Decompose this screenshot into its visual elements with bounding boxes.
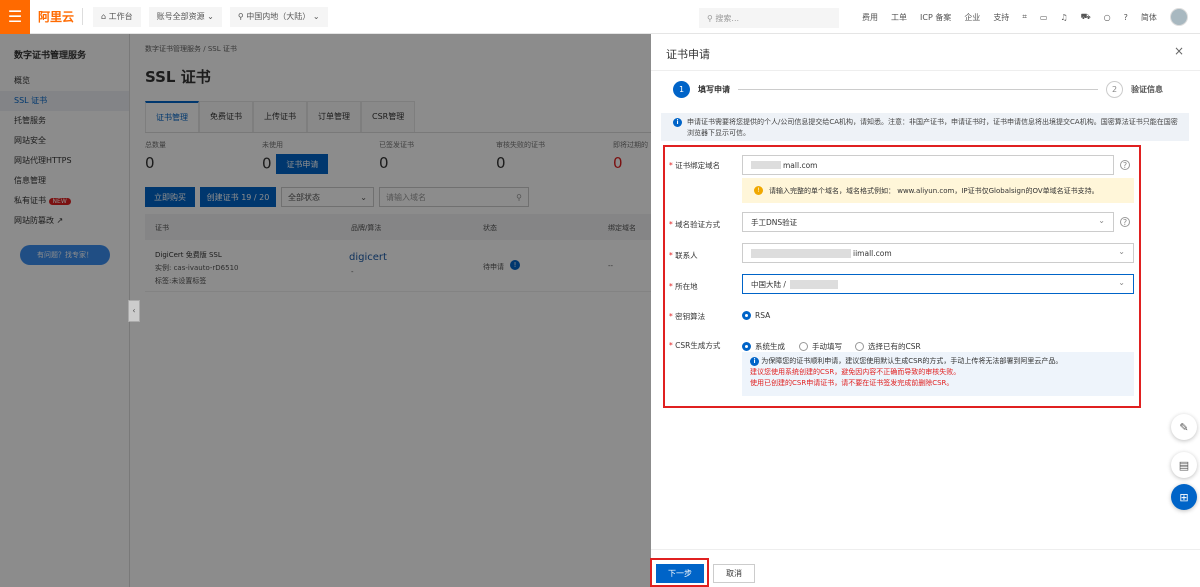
location-select[interactable]: 中国大陆 / ⌄: [742, 274, 1134, 294]
resources-dropdown[interactable]: 账号全部资源 ⌄: [148, 6, 222, 27]
code-icon[interactable]: ⌗: [1022, 12, 1027, 22]
link-icp[interactable]: ICP 备案: [920, 12, 951, 23]
region-dropdown[interactable]: ⚲ 中国内地（大陆） ⌄: [229, 6, 328, 27]
chevron-down-icon: ⌄: [1118, 278, 1125, 287]
link-support[interactable]: 支持: [993, 12, 1009, 23]
avatar[interactable]: [1169, 8, 1188, 26]
info-icon: i: [673, 118, 682, 127]
algo-radio-rsa[interactable]: RSA: [742, 311, 770, 320]
lightbulb-icon[interactable]: ○: [1104, 13, 1111, 22]
link-fees[interactable]: 费用: [862, 12, 878, 23]
verify-method-select[interactable]: 手工DNS验证 ⌄: [742, 212, 1114, 232]
collapse-sidebar-handle[interactable]: ‹: [128, 300, 140, 322]
link-enterprise[interactable]: 企业: [964, 12, 980, 23]
home-icon: ⌂: [101, 12, 109, 21]
domain-label: * 证书绑定域名: [669, 161, 721, 170]
help-icon[interactable]: ?: [1120, 160, 1130, 170]
drawer-footer: 下一步 取消: [650, 549, 1200, 587]
search-input[interactable]: ⚲ 搜索...: [699, 8, 839, 28]
location-icon: ⚲: [237, 12, 247, 21]
edit-icon[interactable]: ✎: [1171, 414, 1197, 440]
drawer-title: 证书申请: [666, 48, 710, 61]
csr-radio-manual[interactable]: 手动填写: [799, 341, 842, 352]
csr-radio-existing[interactable]: 选择已有的CSR: [855, 341, 921, 352]
chat-icon[interactable]: ▤: [1171, 452, 1197, 478]
link-tickets[interactable]: 工单: [891, 12, 907, 23]
cancel-button[interactable]: 取消: [713, 564, 755, 583]
contact-select[interactable]: iimall.com ⌄: [742, 243, 1134, 263]
close-icon[interactable]: ×: [1174, 44, 1184, 58]
domain-warning: ! 请输入完整的单个域名，域名格式例如： www.aliyun.com，IP证书仅…: [742, 178, 1134, 203]
application-form: * 证书绑定域名 mall.com ? ! 请输入完整的单个域名，域名格式例如： …: [663, 145, 1141, 408]
bell-icon[interactable]: ♫: [1060, 13, 1067, 22]
apps-grid-icon[interactable]: ⊞: [1171, 484, 1197, 510]
chevron-down-icon: ⌄: [1118, 247, 1125, 256]
terminal-icon[interactable]: ▭: [1040, 13, 1048, 22]
workbench-button[interactable]: ⌂ 工作台: [93, 6, 141, 27]
search-icon: ⚲: [707, 13, 716, 23]
language-switch[interactable]: 简体: [1141, 12, 1157, 23]
csr-radio-system[interactable]: 系统生成: [742, 341, 785, 352]
menu-icon[interactable]: ☰: [0, 0, 30, 34]
info-notice: i 申请证书需要将您提供的个人/公司信息提交给CA机构，请知悉。注意：非国产证书，…: [661, 113, 1189, 141]
cart-icon[interactable]: ⛟: [1081, 12, 1091, 22]
next-button[interactable]: 下一步: [656, 564, 704, 583]
modal-overlay[interactable]: [0, 34, 651, 587]
domain-input[interactable]: mall.com: [742, 155, 1114, 175]
warning-icon: !: [754, 186, 763, 195]
csr-info: i 为保障您的证书顺利申请，建议您使用默认生成CSR的方式，手动上传将无法部署到…: [742, 352, 1134, 396]
help-icon[interactable]: ?: [1124, 13, 1128, 22]
stepper: 1 填写申请 2 验证信息: [673, 81, 1163, 98]
cert-apply-drawer: 证书申请 × 1 填写申请 2 验证信息 i 申请证书需要将您提供的个人/公司信息…: [650, 34, 1200, 587]
logo[interactable]: 阿里云: [38, 8, 84, 25]
info-icon: i: [750, 357, 759, 366]
chevron-down-icon: ⌄: [1098, 216, 1105, 225]
help-icon[interactable]: ?: [1120, 217, 1130, 227]
